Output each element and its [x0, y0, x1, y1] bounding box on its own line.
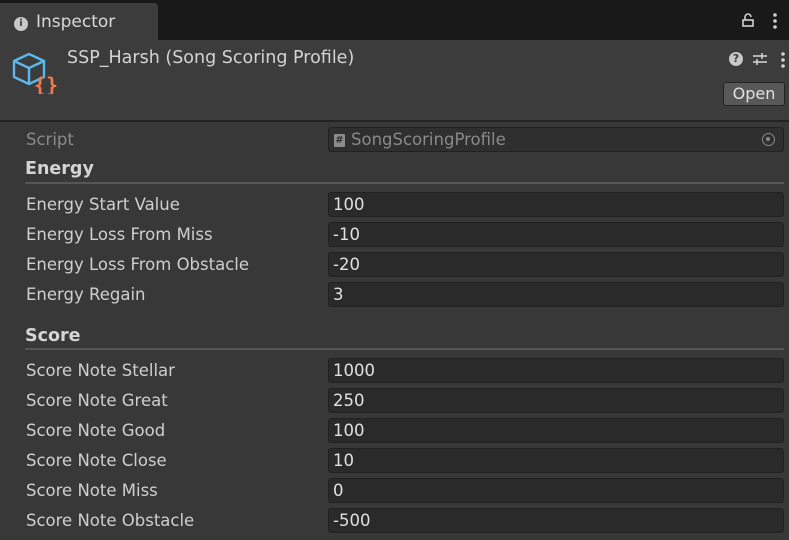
tab-bar: i Inspector — [0, 0, 789, 40]
energy-loss-from-obstacle-field[interactable]: -20 — [328, 252, 784, 277]
info-icon: i — [14, 17, 28, 31]
section-energy[interactable]: Energy — [25, 159, 94, 179]
score-note-good-label: Score Note Good — [26, 421, 166, 440]
section-divider — [25, 348, 784, 350]
score-note-great-field[interactable]: 250 — [328, 388, 784, 413]
menu-icon[interactable] — [772, 12, 778, 30]
field-value[interactable]: 0 — [333, 481, 344, 500]
score-note-great-label: Score Note Great — [26, 391, 168, 410]
energy-loss-from-obstacle-label: Energy Loss From Obstacle — [26, 255, 250, 274]
help-icon[interactable]: ? — [729, 52, 743, 66]
section-score[interactable]: Score — [25, 326, 81, 346]
tab-inspector[interactable]: i Inspector — [0, 3, 158, 40]
asset-icon: {} — [12, 52, 58, 94]
open-button[interactable]: Open — [723, 82, 785, 106]
script-label: Script — [26, 130, 74, 149]
lock-icon[interactable] — [741, 13, 755, 27]
energy-start-value-field[interactable]: 100 — [328, 192, 784, 217]
score-note-miss-label: Score Note Miss — [26, 481, 158, 500]
score-note-obstacle-label: Score Note Obstacle — [26, 511, 195, 530]
score-note-good-field[interactable]: 100 — [328, 418, 784, 443]
script-field[interactable]: # SongScoringProfile — [328, 127, 784, 152]
field-value[interactable]: 250 — [333, 391, 365, 410]
field-value[interactable]: 100 — [333, 421, 365, 440]
score-note-miss-field[interactable]: 0 — [328, 478, 784, 503]
field-value[interactable]: -20 — [333, 255, 360, 274]
score-note-close-field[interactable]: 10 — [328, 448, 784, 473]
field-value[interactable]: 100 — [333, 195, 365, 214]
field-value[interactable]: 1000 — [333, 361, 375, 380]
energy-loss-from-miss-label: Energy Loss From Miss — [26, 225, 213, 244]
field-value[interactable]: 3 — [333, 285, 344, 304]
script-value: SongScoringProfile — [351, 130, 506, 149]
energy-regain-label: Energy Regain — [26, 285, 146, 304]
asset-title: SSP_Harsh (Song Scoring Profile) — [67, 48, 355, 68]
preset-icon[interactable] — [752, 51, 768, 67]
tab-label: Inspector — [36, 12, 116, 32]
energy-loss-from-miss-field[interactable]: -10 — [328, 222, 784, 247]
field-value[interactable]: -10 — [333, 225, 360, 244]
menu-icon[interactable] — [780, 51, 786, 69]
field-value[interactable]: 10 — [333, 451, 354, 470]
svg-text:{}: {} — [34, 73, 58, 94]
score-note-stellar-field[interactable]: 1000 — [328, 358, 784, 383]
score-note-stellar-label: Score Note Stellar — [26, 361, 175, 380]
object-picker-icon[interactable] — [762, 133, 775, 146]
script-icon: # — [334, 134, 345, 147]
score-note-obstacle-field[interactable]: -500 — [328, 508, 784, 533]
header-divider — [0, 120, 789, 122]
energy-regain-field[interactable]: 3 — [328, 282, 784, 307]
energy-start-value-label: Energy Start Value — [26, 195, 180, 214]
score-note-close-label: Score Note Close — [26, 451, 167, 470]
field-value[interactable]: -500 — [333, 511, 370, 530]
section-divider — [25, 182, 784, 184]
